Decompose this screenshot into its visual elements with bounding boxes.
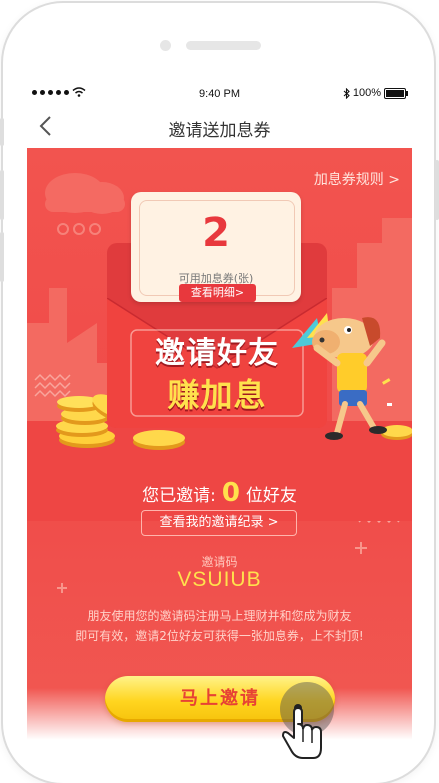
invited-count: 0 — [221, 478, 240, 508]
front-camera — [160, 40, 171, 51]
power-button — [435, 160, 439, 220]
bluetooth-icon — [343, 87, 350, 99]
earpiece-speaker — [186, 41, 261, 50]
description-line-2: 即可有效，邀请2位好友可获得一张加息券，上不封顶! — [75, 629, 364, 643]
battery-fill — [386, 89, 404, 97]
description-line-1: 朋友使用您的邀请码注册马上理财并和您成为财友 — [87, 609, 352, 623]
app-screen: 9:40 PM 100% 邀请送加息券 加息券规则 > 2 可用加息券(张) 查… — [27, 84, 412, 762]
view-invite-records-button[interactable]: 查看我的邀请纪录 > — [141, 510, 297, 536]
invited-prefix: 您已邀请: — [142, 486, 216, 506]
page-title: 邀请送加息券 — [168, 121, 271, 141]
battery-percent: 100% — [352, 87, 381, 99]
headline-invite-friends: 邀请好友 — [155, 336, 279, 371]
headline: 邀请好友 赚加息 — [127, 328, 307, 418]
invited-count-line: 您已邀请: 0 位好友 — [27, 478, 412, 508]
pointing-hand-icon — [282, 704, 322, 759]
battery-icon — [384, 87, 408, 99]
coupon-rules-link[interactable]: 加息券规则 > — [314, 169, 400, 189]
view-details-button[interactable]: 查看明细> — [179, 284, 256, 302]
status-right: 100% — [343, 87, 408, 99]
headline-earn-interest: 赚加息 — [167, 376, 267, 414]
invite-description: 朋友使用您的邀请码注册马上理财并和您成为财友 即可有效，邀请2位好友可获得一张加… — [47, 606, 392, 646]
horse-mascot-illustration — [292, 313, 387, 440]
invited-suffix: 位好友 — [245, 486, 297, 506]
volume-down-button — [0, 232, 4, 282]
mute-switch — [0, 118, 4, 146]
nav-bar: 邀请送加息券 — [27, 104, 412, 149]
invite-code-value: VSUIUB — [177, 568, 262, 591]
promo-panel: 加息券规则 > 2 可用加息券(张) 查看明细> 邀请好友 赚加息 您已邀请: … — [27, 148, 412, 762]
volume-up-button — [0, 170, 4, 220]
status-bar: 9:40 PM 100% — [27, 84, 412, 104]
